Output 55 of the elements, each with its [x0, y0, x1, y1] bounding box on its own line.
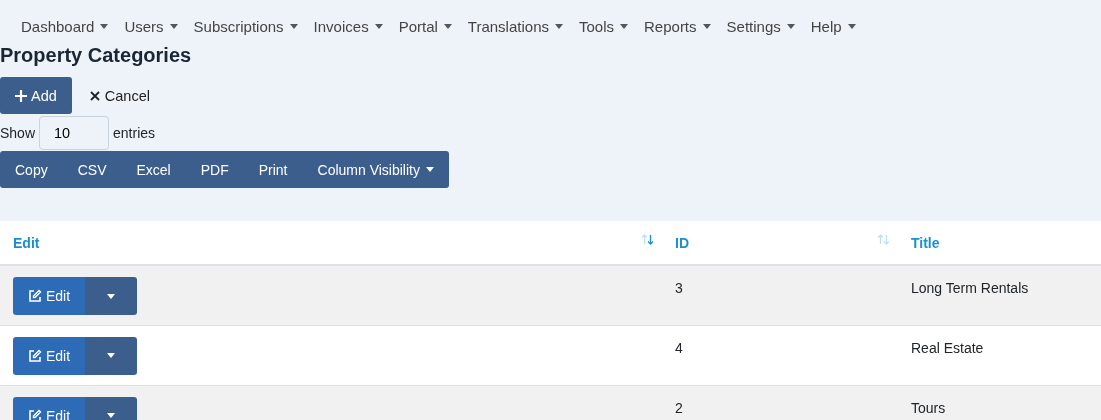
- cancel-button[interactable]: Cancel: [75, 77, 164, 114]
- caret-icon: [107, 353, 116, 358]
- nav-menu-item[interactable]: Subscriptions: [185, 14, 306, 39]
- dropdown-toggle[interactable]: [85, 336, 138, 375]
- table-cell-text: 2: [675, 398, 683, 416]
- caret-icon: [169, 24, 178, 29]
- export-button[interactable]: PDF: [185, 151, 244, 188]
- caret-icon: [374, 24, 383, 29]
- export-button[interactable]: Copy: [0, 151, 63, 188]
- column-header[interactable]: ID: [675, 234, 689, 251]
- caret-icon: [620, 24, 628, 29]
- caret-icon: [289, 24, 298, 29]
- caret-icon: [847, 24, 856, 29]
- page-title: Property Categories: [0, 44, 193, 68]
- caret-icon: [702, 24, 711, 29]
- caret-icon: [107, 413, 116, 418]
- export-button[interactable]: Excel: [121, 151, 186, 188]
- table-cell-text: Long Term Rentals: [911, 279, 1029, 296]
- nav-menu-item[interactable]: Dashboard: [13, 14, 117, 39]
- column-visibility-button[interactable]: Column Visibility: [302, 151, 449, 188]
- nav-menu-item[interactable]: Help: [802, 14, 864, 39]
- add-button[interactable]: Add: [0, 77, 72, 114]
- entries-field[interactable]: 10: [39, 116, 110, 150]
- nav-menu-item[interactable]: Users: [116, 14, 186, 39]
- export-button[interactable]: Print: [243, 151, 303, 188]
- entries-label: entries: [113, 125, 156, 141]
- plus-icon: [15, 89, 27, 102]
- caret-icon: [786, 24, 795, 29]
- edit-button[interactable]: Edit: [13, 396, 86, 420]
- nav-menu-item[interactable]: Settings: [718, 14, 803, 39]
- column-header[interactable]: Title: [911, 234, 940, 251]
- caret-icon: [100, 24, 109, 29]
- edit-button[interactable]: Edit: [13, 277, 86, 315]
- close-icon: [89, 90, 100, 101]
- table-cell-text: Real Estate: [911, 338, 984, 356]
- table-cell-text: 3: [675, 279, 683, 296]
- nav-menu-item[interactable]: Tools: [571, 14, 636, 39]
- dropdown-toggle[interactable]: [85, 277, 138, 315]
- nav-menu-item[interactable]: Translations: [459, 14, 571, 39]
- caret-icon: [555, 24, 563, 29]
- column-header[interactable]: Edit: [13, 234, 40, 251]
- caret-icon: [107, 293, 116, 299]
- edit-icon: [28, 289, 42, 303]
- table-cell-text: 4: [675, 338, 683, 356]
- nav-menu-item[interactable]: Invoices: [305, 14, 391, 39]
- edit-button[interactable]: Edit: [13, 336, 86, 375]
- edit-icon: [28, 408, 42, 420]
- table-cell-text: Tours: [911, 398, 946, 416]
- caret-icon: [443, 24, 452, 29]
- sort-icon[interactable]: [641, 234, 654, 245]
- show-label: Show: [0, 125, 36, 141]
- nav-menu-item[interactable]: Reports: [636, 14, 719, 39]
- edit-icon: [28, 348, 42, 363]
- export-button[interactable]: CSV: [62, 151, 122, 188]
- nav-menu-item[interactable]: Portal: [390, 14, 460, 39]
